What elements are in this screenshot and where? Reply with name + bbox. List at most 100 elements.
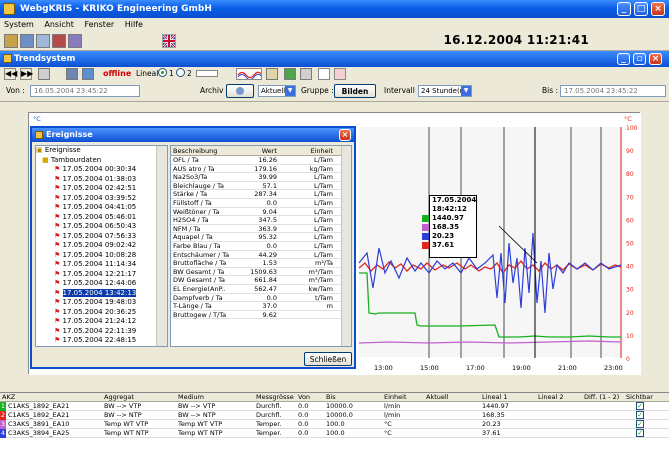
tree-item[interactable]: ⚑ 17.05.2004 07:56:33 xyxy=(36,232,167,242)
tree-item[interactable]: ⚑ 17.05.2004 01:38:03 xyxy=(36,175,167,185)
series-table-row[interactable]: 1 C1AKS_1892_EA21 BW --> VTP BW --> VTP Durc… xyxy=(0,402,669,411)
series-table-row[interactable]: 2 C1AKS_1892_EA21 BW --> NTP BW --> NTP Durc… xyxy=(0,411,669,420)
visible-checkbox[interactable]: ✓ xyxy=(636,411,644,419)
series-table-header-cell[interactable]: Medium xyxy=(178,393,254,402)
visible-checkbox[interactable]: ✓ xyxy=(636,420,644,428)
tree-item[interactable]: ⚑ 17.05.2004 04:41:05 xyxy=(36,203,167,213)
maximize-button[interactable]: □ xyxy=(634,2,648,16)
tree-item[interactable]: ⚑ 17.05.2004 22:11:39 xyxy=(36,327,167,337)
grid-row[interactable]: Weißtöner / Ta 9.04 L/Tam xyxy=(171,208,351,217)
excel-icon[interactable] xyxy=(284,68,296,80)
close-dialog-button[interactable]: Schließen xyxy=(304,352,352,366)
bilden-button[interactable]: Bilden xyxy=(334,84,376,98)
series-table-header-cell[interactable]: Bis xyxy=(326,393,382,402)
tree-root[interactable]: ▣ Ereignisse xyxy=(36,146,167,156)
tree-item[interactable]: ⚑ 17.05.2004 12:21:17 xyxy=(36,270,167,280)
grid-row[interactable]: Bruttofläche / Ta 1.53 m²/Ta xyxy=(171,259,351,268)
grid-header-wert[interactable]: Wert xyxy=(235,146,277,156)
chart-icon[interactable] xyxy=(334,68,346,80)
grid-row[interactable]: Na2So3/Ta 39.99 L/Tam xyxy=(171,173,351,182)
tree-item[interactable]: ⚑ 17.05.2004 23:35:03 xyxy=(36,346,167,347)
tree-item[interactable]: ⚑ 17.05.2004 09:02:42 xyxy=(36,241,167,251)
toolbar-print-icon[interactable] xyxy=(52,34,66,48)
menu-hilfe[interactable]: Hilfe xyxy=(125,20,143,29)
rewind-icon[interactable]: ◀◀ xyxy=(4,68,17,80)
toolbar-home-icon[interactable] xyxy=(4,34,18,48)
tree-item[interactable]: ⚑ 17.05.2004 13:42:13 xyxy=(36,288,167,299)
grid-row[interactable]: Füllstoff / Ta 0.0 L/Tam xyxy=(171,199,351,208)
forward-icon[interactable]: ▶▶ xyxy=(20,68,33,80)
series-table-header-cell[interactable]: Von xyxy=(298,393,324,402)
series-table-header-cell[interactable]: Einheit xyxy=(384,393,424,402)
tree-item[interactable]: ⚑ 17.05.2004 22:48:15 xyxy=(36,336,167,346)
grid-row[interactable]: Stärke / Ta 287.34 L/Tam xyxy=(171,190,351,199)
grid-row[interactable]: Aquapel / Ta 95.32 L/Tam xyxy=(171,233,351,242)
grid-row[interactable]: OFL / Ta 16.26 L/Tam xyxy=(171,156,351,165)
series-table-header-cell[interactable]: Sichtbar xyxy=(626,393,666,402)
grid-row[interactable]: BW Gesamt / Ta 1509.63 m³/Tam xyxy=(171,268,351,277)
tree-item[interactable]: ⚑ 17.05.2004 05:46:01 xyxy=(36,213,167,223)
series-table-header-cell[interactable]: Aktuell xyxy=(426,393,480,402)
series-table-header-cell[interactable]: Messgrösse xyxy=(256,393,296,402)
lineal-radio-2[interactable] xyxy=(176,68,185,77)
tree-item[interactable]: ⚑ 17.05.2004 21:24:12 xyxy=(36,317,167,327)
grid-row[interactable]: Dampfverb / Ta 0.0 t/Tam xyxy=(171,294,351,303)
grid-row[interactable]: DW Gesamt / Ta 661.84 m³/Tam xyxy=(171,276,351,285)
menu-fenster[interactable]: Fenster xyxy=(84,20,114,29)
flag-small-icon[interactable] xyxy=(318,68,330,80)
series-table-header-cell[interactable]: AKZ xyxy=(2,393,102,402)
trend-minimize-button[interactable]: _ xyxy=(617,53,630,65)
grid-row[interactable]: NFM / Ta 363.9 L/Tam xyxy=(171,225,351,234)
bis-input[interactable]: 17.05.2004 23:45:22 xyxy=(560,85,666,97)
tree-item[interactable]: ⚑ 17.05.2004 12:44:06 xyxy=(36,279,167,289)
minimize-button[interactable]: _ xyxy=(617,2,631,16)
events-close-icon[interactable]: × xyxy=(339,129,351,141)
tree-item[interactable]: ⚑ 17.05.2004 00:30:34 xyxy=(36,165,167,175)
toolbar-grid-icon[interactable] xyxy=(36,34,50,48)
grid-row[interactable]: Bleichlauge / Ta 57.1 L/Tam xyxy=(171,182,351,191)
visible-checkbox[interactable]: ✓ xyxy=(636,402,644,410)
series-table-row[interactable]: 4 C3AKS_3894_EA25 Temp WT NTP Temp WT NTP Te… xyxy=(0,429,669,438)
close-button[interactable]: × xyxy=(651,2,665,16)
tree-item[interactable]: ⚑ 17.05.2004 20:36:25 xyxy=(36,308,167,318)
monitor-icon[interactable] xyxy=(66,68,78,80)
grid-row[interactable]: H2SO4 / Ta 347.5 L/Tam xyxy=(171,216,351,225)
tree-item[interactable]: ⚑ 17.05.2004 19:48:03 xyxy=(36,298,167,308)
series-table-header-cell[interactable]: Lineal 1 xyxy=(482,393,536,402)
tree-item[interactable]: ⚑ 17.05.2004 10:08:28 xyxy=(36,251,167,261)
grid-row[interactable]: Bruttogew / T/Ta 9.62 xyxy=(171,311,351,320)
grid-header-einheit[interactable]: Einheit xyxy=(281,146,333,156)
tree-item[interactable]: ⚑ 17.05.2004 11:14:34 xyxy=(36,260,167,270)
grid-row[interactable]: Farbe Blau / Ta 0.0 L/Tam xyxy=(171,242,351,251)
von-input[interactable]: 16.05.2004 23:45:22 xyxy=(30,85,140,97)
lineal-slider[interactable] xyxy=(196,70,218,77)
grid-row[interactable]: T-Länge / Ta 37.0 m xyxy=(171,302,351,311)
trend-restore-button[interactable]: ▫ xyxy=(633,53,646,65)
toolbar-list-icon[interactable] xyxy=(20,34,34,48)
menu-ansicht[interactable]: Ansicht xyxy=(44,20,74,29)
tree-item[interactable]: ⚑ 17.05.2004 06:50:43 xyxy=(36,222,167,232)
intervall-select[interactable]: 24 Stunde(n) ▼ xyxy=(418,85,472,97)
tree-scrollbar[interactable] xyxy=(156,146,167,346)
toolbar-settings-icon[interactable] xyxy=(68,34,82,48)
trend-lines-icon[interactable] xyxy=(236,68,262,80)
grid-header-beschreibung[interactable]: Beschreibung xyxy=(173,146,233,156)
series-table-header-cell[interactable]: Aggregat xyxy=(104,393,176,402)
tree-item[interactable]: ⚑ 17.05.2004 03:39:52 xyxy=(36,194,167,204)
flag-icon[interactable] xyxy=(162,34,176,48)
grid-scrollbar[interactable] xyxy=(341,146,351,346)
tree-item[interactable]: ⚑ 17.05.2004 02:42:51 xyxy=(36,184,167,194)
export-icon[interactable] xyxy=(82,68,94,80)
series-table-row[interactable]: 3 C3AKS_3891_EA10 Temp WT VTP Temp WT VTP Te… xyxy=(0,420,669,429)
grid-row[interactable]: AUS atro / Ta 179.16 kg/Tam xyxy=(171,165,351,174)
tree-folder[interactable]: ■ Tambourdaten xyxy=(36,156,167,166)
series-table-header-cell[interactable]: Lineal 2 xyxy=(538,393,582,402)
archiv-button[interactable] xyxy=(226,84,254,98)
menu-system[interactable]: System xyxy=(4,20,34,29)
zoom-icon[interactable] xyxy=(266,68,278,80)
series-table-header-cell[interactable]: Diff. (1 - 2) xyxy=(584,393,624,402)
grid-row[interactable]: Entschäumer / Ta 44.29 L/Tam xyxy=(171,251,351,260)
disk-icon[interactable] xyxy=(300,68,312,80)
lineal-radio-1[interactable] xyxy=(158,68,167,77)
visible-checkbox[interactable]: ✓ xyxy=(636,429,644,437)
